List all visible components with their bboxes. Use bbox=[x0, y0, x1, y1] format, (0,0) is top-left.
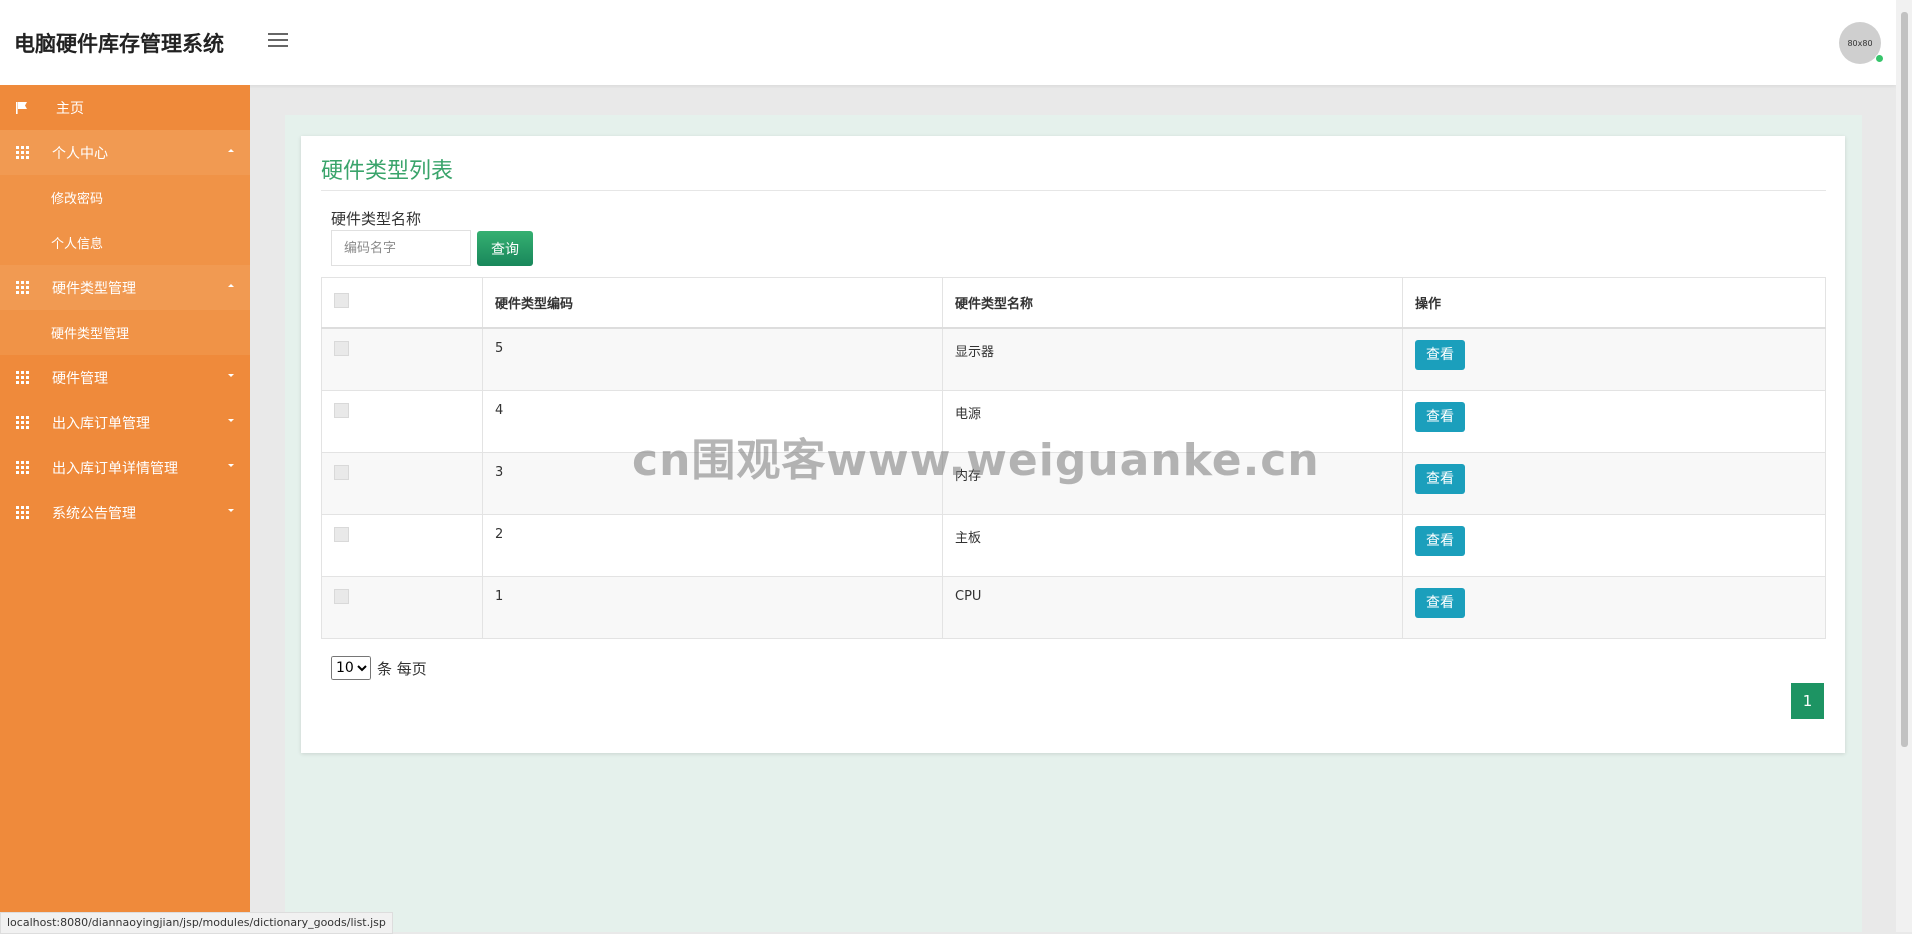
sidebar-item-announcement-management[interactable]: 系统公告管理 bbox=[0, 490, 250, 535]
app-title: 电脑硬件库存管理系统 bbox=[14, 32, 224, 56]
avatar-placeholder-text: 80x80 bbox=[1847, 38, 1873, 48]
action-cell: 查看 bbox=[1402, 575, 1826, 639]
grid-icon bbox=[14, 280, 30, 296]
table-row: 1 CPU 查看 bbox=[321, 575, 1826, 639]
view-button[interactable]: 查看 bbox=[1415, 401, 1465, 432]
code-cell: 2 bbox=[482, 513, 943, 577]
sidebar-item-inout-order-detail-management[interactable]: 出入库订单详情管理 bbox=[0, 445, 250, 490]
row-checkbox-cell bbox=[321, 451, 483, 515]
grid-icon bbox=[14, 370, 30, 386]
page-title: 硬件类型列表 bbox=[321, 159, 454, 184]
grid-icon bbox=[14, 415, 30, 431]
row-checkbox-cell bbox=[321, 327, 483, 391]
row-checkbox[interactable] bbox=[334, 402, 349, 418]
select-all-cell bbox=[321, 277, 483, 329]
sidebar-item-label: 硬件类型管理 bbox=[52, 280, 136, 297]
column-header-code[interactable]: 硬件类型编码 bbox=[482, 277, 943, 329]
sidebar-item-personal-info[interactable]: 个人信息 bbox=[0, 220, 250, 265]
table-row: 5 显示器 查看 bbox=[321, 327, 1826, 391]
caret-down-icon bbox=[228, 374, 234, 377]
grid-icon bbox=[14, 505, 30, 521]
per-page-label: 条 每页 bbox=[377, 659, 427, 678]
action-cell: 查看 bbox=[1402, 451, 1826, 515]
sidebar-item-hardware-type-management[interactable]: 硬件类型管理 bbox=[0, 265, 250, 310]
filter-label: 硬件类型名称 bbox=[331, 210, 422, 228]
online-status-dot bbox=[1875, 54, 1884, 63]
sidebar-item-inout-order-management[interactable]: 出入库订单管理 bbox=[0, 400, 250, 445]
grid-icon bbox=[14, 145, 30, 161]
view-button[interactable]: 查看 bbox=[1415, 463, 1465, 494]
row-checkbox-cell bbox=[321, 389, 483, 453]
sidebar-item-home[interactable]: 主页 bbox=[0, 85, 250, 130]
action-cell: 查看 bbox=[1402, 389, 1826, 453]
hardware-type-name-input[interactable] bbox=[331, 230, 471, 266]
grid-icon bbox=[14, 460, 30, 476]
page-size-control: 10 条 每页 bbox=[331, 656, 427, 680]
action-cell: 查看 bbox=[1402, 513, 1826, 577]
view-button[interactable]: 查看 bbox=[1415, 340, 1465, 370]
view-button[interactable]: 查看 bbox=[1415, 525, 1465, 556]
sidebar-item-hardware-type-management-sub[interactable]: 硬件类型管理 bbox=[0, 310, 250, 355]
select-all-checkbox[interactable] bbox=[334, 293, 349, 308]
caret-up-icon bbox=[228, 149, 234, 152]
view-button[interactable]: 查看 bbox=[1415, 587, 1465, 618]
sidebar-item-label: 硬件管理 bbox=[52, 370, 108, 387]
query-button[interactable]: 查询 bbox=[477, 231, 533, 266]
sidebar-item-label: 主页 bbox=[56, 100, 84, 117]
status-bar-url: localhost:8080/diannaoyingjian/jsp/modul… bbox=[0, 912, 393, 934]
caret-up-icon bbox=[228, 284, 234, 287]
sidebar-item-change-password[interactable]: 修改密码 bbox=[0, 175, 250, 220]
table-row: 2 主板 查看 bbox=[321, 513, 1826, 577]
row-checkbox[interactable] bbox=[334, 464, 349, 480]
watermark-text: cn围观客www.weiguanke.cn bbox=[632, 435, 1320, 486]
sidebar-item-label: 出入库订单管理 bbox=[52, 415, 150, 432]
row-checkbox[interactable] bbox=[334, 341, 349, 356]
row-checkbox-cell bbox=[321, 513, 483, 577]
name-cell: CPU bbox=[942, 575, 1403, 639]
page-size-select[interactable]: 10 bbox=[331, 656, 371, 680]
caret-down-icon bbox=[228, 509, 234, 512]
sidebar-item-label: 系统公告管理 bbox=[52, 505, 136, 522]
scrollbar-thumb[interactable] bbox=[1901, 12, 1908, 747]
sidebar-item-label: 出入库订单详情管理 bbox=[52, 460, 178, 477]
caret-down-icon bbox=[228, 464, 234, 467]
code-cell: 1 bbox=[482, 575, 943, 639]
sidebar-item-hardware-management[interactable]: 硬件管理 bbox=[0, 355, 250, 400]
name-cell: 主板 bbox=[942, 513, 1403, 577]
action-cell: 查看 bbox=[1402, 327, 1826, 391]
pagination-page-1[interactable]: 1 bbox=[1791, 683, 1824, 719]
column-header-action: 操作 bbox=[1402, 277, 1826, 329]
row-checkbox[interactable] bbox=[334, 588, 349, 604]
flag-icon bbox=[14, 100, 30, 116]
top-header: 电脑硬件库存管理系统 80x80 bbox=[0, 0, 1896, 85]
row-checkbox[interactable] bbox=[334, 526, 349, 542]
code-cell: 5 bbox=[482, 327, 943, 391]
sidebar-item-personal-center[interactable]: 个人中心 bbox=[0, 130, 250, 175]
table-header-row: 硬件类型编码 硬件类型名称 操作 bbox=[321, 277, 1826, 329]
row-checkbox-cell bbox=[321, 575, 483, 639]
sidebar-item-label: 个人中心 bbox=[52, 145, 108, 162]
sidebar: 主页 个人中心 修改密码 个人信息 硬件类型管理 硬件类型管理 硬件管理 出入库… bbox=[0, 85, 250, 932]
caret-down-icon bbox=[228, 419, 234, 422]
menu-toggle-icon[interactable] bbox=[268, 33, 288, 49]
name-cell: 显示器 bbox=[942, 327, 1403, 391]
title-divider bbox=[321, 190, 1826, 191]
column-header-name[interactable]: 硬件类型名称 bbox=[942, 277, 1403, 329]
